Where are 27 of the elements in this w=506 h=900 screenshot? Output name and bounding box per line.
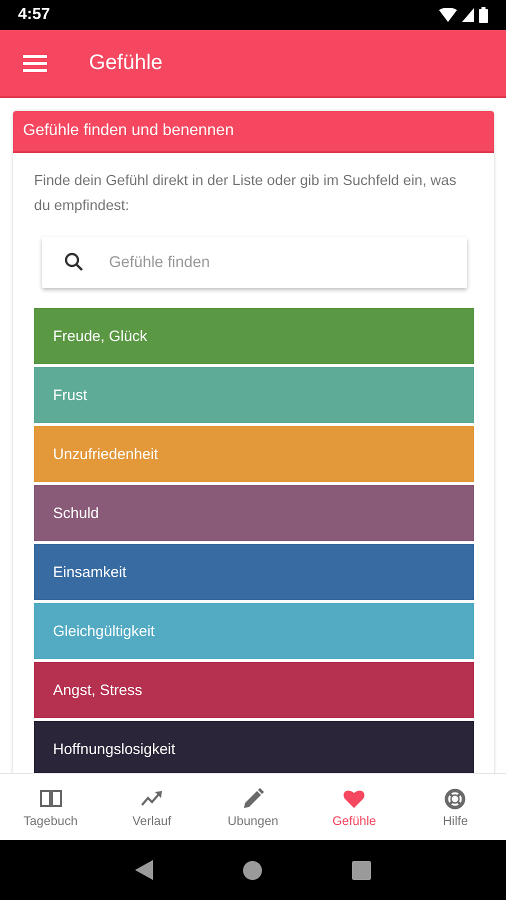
feeling-item[interactable]: Einsamkeit — [34, 544, 474, 600]
home-icon[interactable] — [243, 860, 262, 880]
wifi-icon — [439, 8, 457, 22]
feeling-item[interactable]: Gleichgültigkeit — [34, 603, 474, 659]
menu-icon[interactable] — [23, 54, 47, 72]
lifebuoy-icon — [443, 786, 468, 810]
nav-tab[interactable]: Verlauf — [101, 774, 202, 840]
nav-tab[interactable]: Tagebuch — [0, 774, 102, 840]
nav-tab[interactable]: Ubungen — [202, 774, 304, 840]
back-icon[interactable] — [135, 860, 153, 880]
intro-text: Finde dein Gefühl direkt in der Liste oder gib im Suchfeld ein, was du empfindest: — [34, 172, 458, 216]
feeling-item[interactable]: Unzufriedenheit — [34, 426, 474, 482]
status-time: 4:57 — [18, 6, 50, 24]
battery-icon — [479, 7, 488, 23]
feeling-item[interactable]: Angst, Stress — [34, 662, 474, 718]
pencil-icon — [241, 786, 265, 810]
search-field[interactable]: Gefühle finden — [42, 237, 467, 288]
recents-icon[interactable] — [352, 860, 371, 880]
feeling-item[interactable]: Hoffnungslosigkeit — [34, 721, 474, 773]
nav-tab[interactable]: Hilfe — [404, 774, 506, 840]
signal-icon — [462, 8, 474, 22]
nav-tab[interactable]: Gefühle — [304, 774, 405, 840]
app-title: Gefühle — [89, 51, 163, 75]
feeling-item[interactable]: Schuld — [34, 485, 474, 541]
feeling-item[interactable]: Frust — [34, 367, 474, 423]
card-header: Gefühle finden und benennen — [13, 111, 494, 153]
feeling-item[interactable]: Freude, Glück — [34, 308, 474, 364]
